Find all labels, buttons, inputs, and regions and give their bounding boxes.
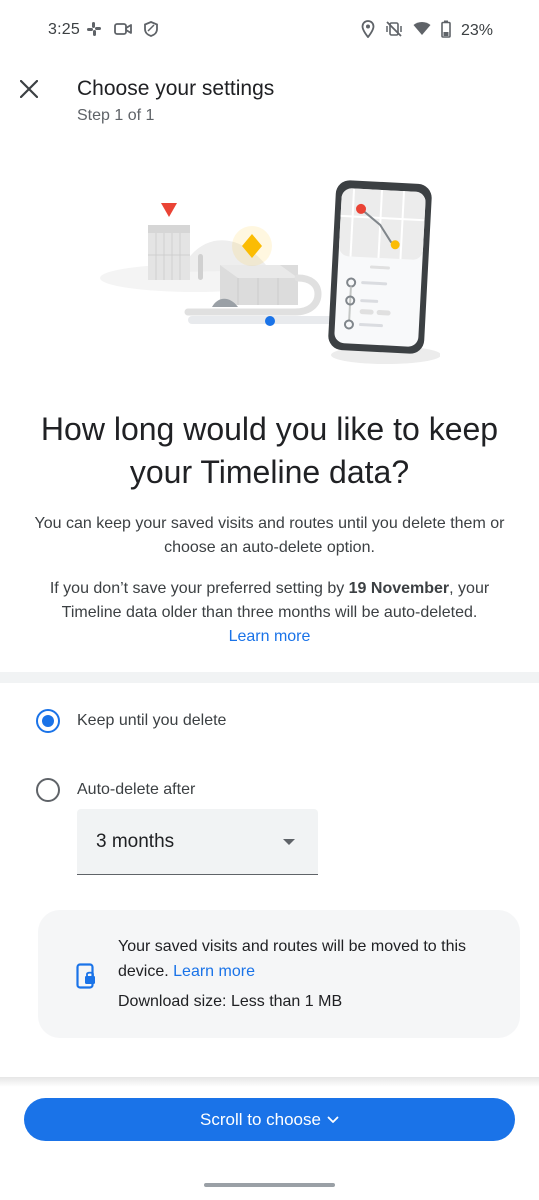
- chevron-down-icon: [327, 1116, 339, 1124]
- status-bar: 3:25 23%: [0, 0, 539, 62]
- home-indicator[interactable]: [204, 1183, 335, 1187]
- battery-percent: 23%: [460, 22, 493, 39]
- radio-keep-until-delete[interactable]: [36, 709, 60, 733]
- description-text: You can keep your saved visits and route…: [34, 515, 505, 556]
- battery-icon: [441, 20, 451, 43]
- option-auto-delete[interactable]: Auto-delete after: [36, 778, 195, 802]
- info-message: Your saved visits and routes will be mov…: [118, 938, 467, 980]
- status-time: 3:25: [48, 21, 80, 38]
- location-icon: [361, 19, 375, 43]
- close-icon: [20, 80, 38, 98]
- dropdown-value: 3 months: [96, 831, 175, 852]
- option-keep-until-delete[interactable]: Keep until you delete: [36, 709, 226, 733]
- info-card: Your saved visits and routes will be mov…: [38, 910, 520, 1038]
- learn-more-link[interactable]: Learn more: [229, 628, 311, 645]
- dropdown-caret-icon: [283, 839, 295, 845]
- video-icon: [114, 22, 132, 41]
- section-divider: [0, 672, 539, 683]
- status-left-icons: [86, 20, 158, 42]
- radio-selected-dot: [42, 715, 54, 727]
- step-indicator: Step 1 of 1: [77, 107, 155, 124]
- scroll-to-choose-button[interactable]: Scroll to choose: [24, 1098, 515, 1141]
- auto-delete-period-select[interactable]: 3 months: [77, 809, 318, 875]
- radio-auto-delete[interactable]: [36, 778, 60, 802]
- slack-icon: [86, 21, 102, 42]
- option-label: Keep until you delete: [77, 712, 227, 729]
- vibrate-off-icon: [385, 20, 403, 43]
- auto-delete-notice: If you don’t save your preferred setting…: [0, 577, 539, 649]
- wifi-icon: [413, 21, 431, 41]
- option-label: Auto-delete after: [77, 781, 196, 798]
- header: Choose your settings Step 1 of 1: [0, 62, 539, 140]
- close-button[interactable]: [14, 74, 44, 104]
- download-size: Download size: Less than 1 MB: [118, 993, 343, 1010]
- status-right-icons: 23%: [361, 19, 493, 43]
- scroll-button-label: Scroll to choose: [200, 1109, 321, 1129]
- info-learn-more-link[interactable]: Learn more: [173, 963, 255, 980]
- question-heading: How long would you like to keep your Tim…: [40, 411, 499, 490]
- info-text: Your saved visits and routes will be mov…: [118, 934, 520, 984]
- page-title: Choose your settings: [77, 77, 275, 100]
- shield-icon: [144, 20, 158, 42]
- notice-date: 19 November: [348, 580, 450, 597]
- phone-lock-icon: [76, 963, 95, 989]
- timeline-illustration: [100, 180, 440, 364]
- bottom-bar-shadow: [0, 1077, 539, 1087]
- notice-prefix: If you don’t save your preferred setting…: [49, 580, 349, 597]
